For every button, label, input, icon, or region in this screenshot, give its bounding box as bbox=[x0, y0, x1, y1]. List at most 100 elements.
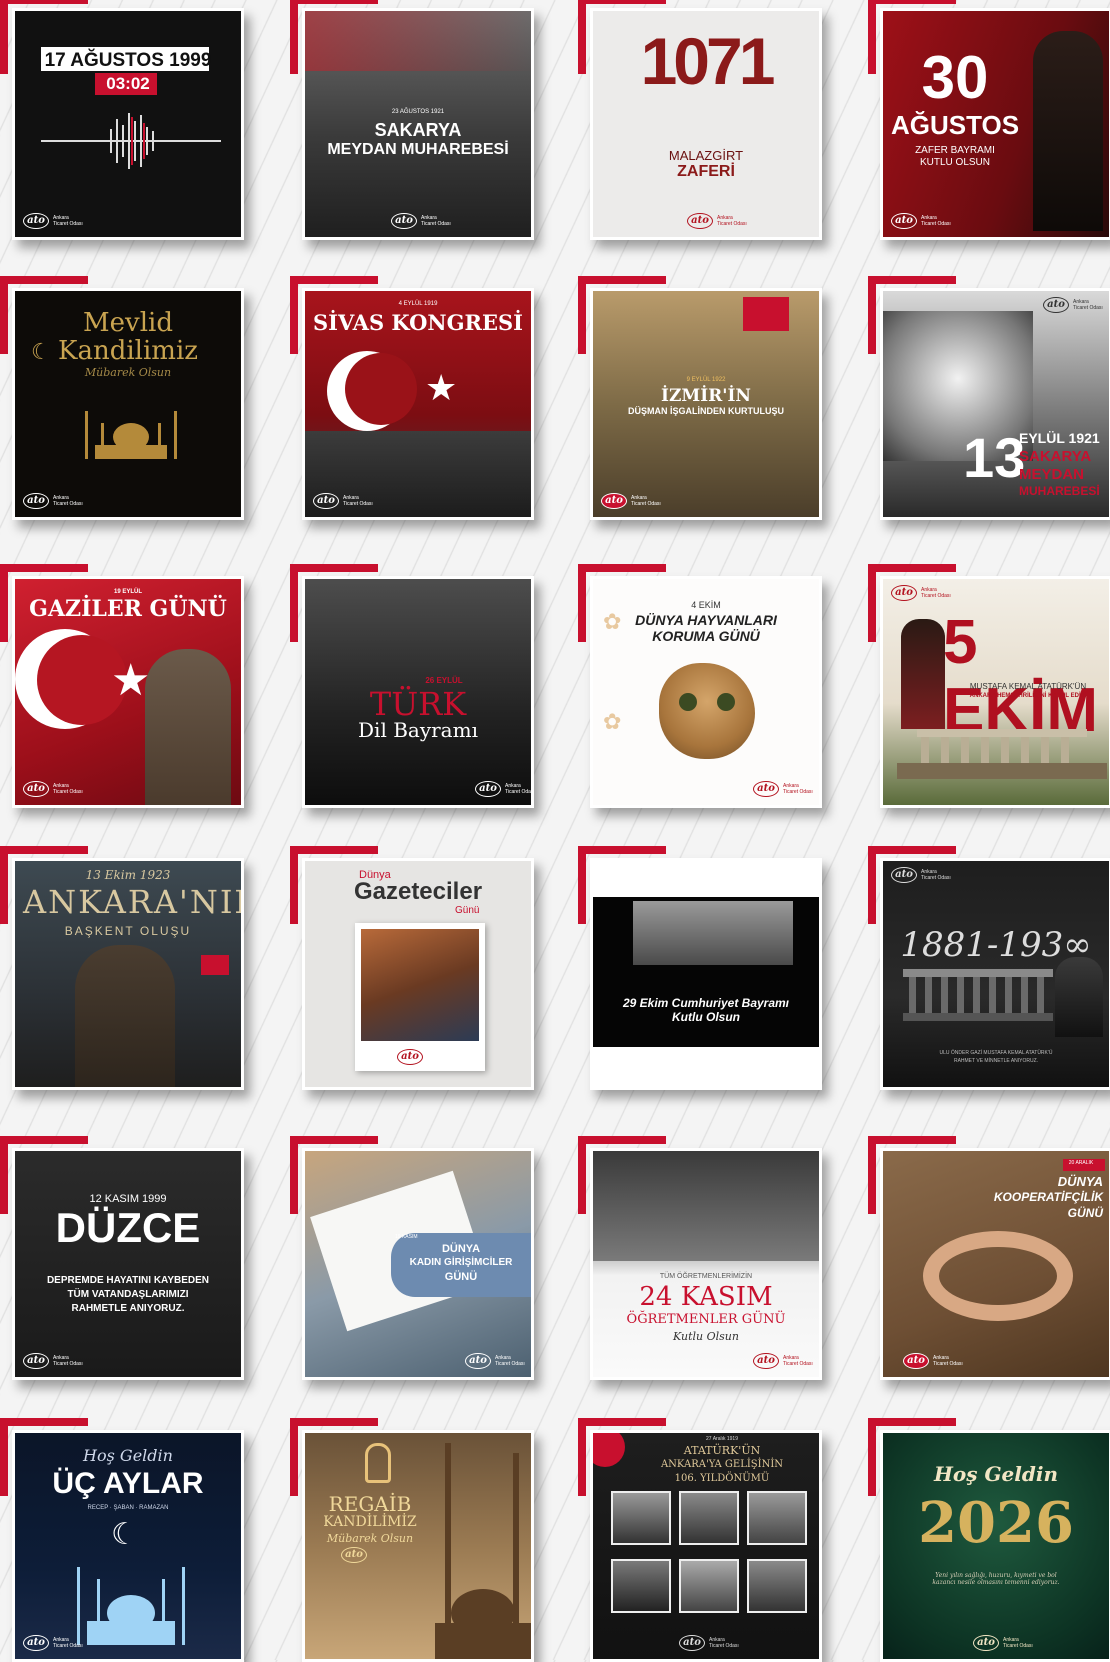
flag-shape bbox=[743, 297, 789, 331]
post-subtitle: RECEP · ŞABAN · RAMAZAN bbox=[87, 1505, 169, 1511]
flag-shape bbox=[593, 1433, 625, 1467]
post-image[interactable]: 13 Ekim 1923 ANKARA'NIN BAŞKENT OLUŞU bbox=[12, 858, 244, 1090]
post-subtitle: 03:02 bbox=[106, 74, 150, 93]
post-title: 29 Ekim Cumhuriyet Bayramı bbox=[622, 996, 790, 1010]
archive-photo bbox=[679, 1559, 739, 1613]
post-title: TÜRK bbox=[369, 685, 467, 723]
post-card-16[interactable]: 1881-193∞ ULU ÖNDER GAZİ MUSTAFA KEMAL A… bbox=[868, 846, 1110, 1090]
post-image[interactable]: Mevlid Kandilimiz Mübarek Olsun ☾ ato An… bbox=[12, 288, 244, 520]
post-image[interactable]: 26 EYLÜL TÜRK Dil Bayramı ato Ankara Tic… bbox=[302, 576, 534, 808]
post-card-2[interactable]: 23 AĞUSTOS 1921 SAKARYA MEYDAN MUHAREBES… bbox=[290, 0, 534, 240]
ato-logo: ato bbox=[397, 1049, 423, 1065]
post-image[interactable]: 27 Aralık 1919 ATATÜRK'ÜN ANKARA'YA GELİ… bbox=[590, 1430, 822, 1662]
post-image[interactable]: 1881-193∞ ULU ÖNDER GAZİ MUSTAFA KEMAL A… bbox=[880, 858, 1110, 1090]
ato-logo: ato Ankara Ticaret Odası bbox=[903, 1353, 963, 1369]
post-card-20[interactable]: 20 ARALIK DÜNYA KOOPERATİFÇİLİK GÜNÜ ato… bbox=[868, 1136, 1110, 1380]
crescent-icon: ☾ bbox=[31, 339, 51, 364]
post-card-13[interactable]: 13 Ekim 1923 ANKARA'NIN BAŞKENT OLUŞU bbox=[0, 846, 244, 1090]
post-image[interactable]: TÜM ÖĞRETMENLERİMİZİN 24 KASIM ÖĞRETMENL… bbox=[590, 1148, 822, 1380]
post-card-11[interactable]: 4 EKİM DÜNYA HAYVANLARI KORUMA GÜNÜ ✿ ✿ … bbox=[578, 564, 822, 808]
joined-hands-image bbox=[923, 1231, 1073, 1321]
post-grid: 17 AĞUSTOS 1999 03:02 ato Ankara Ticaret… bbox=[0, 0, 1110, 1662]
portrait-silhouette bbox=[75, 945, 175, 1087]
post-card-15[interactable]: 29 Ekim Cumhuriyet Bayramı Kutlu Olsun bbox=[578, 846, 822, 1090]
mausoleum-icon bbox=[903, 969, 1053, 1021]
post-card-24[interactable]: Hoş Geldin 2026 Yeni yılın sağlığı, huzu… bbox=[868, 1418, 1110, 1662]
post-card-8[interactable]: 13 EYLÜL 1921 SAKARYA MEYDAN MUHAREBESİ … bbox=[868, 276, 1110, 520]
ato-logo: ato Ankara Ticaret Odası bbox=[753, 1353, 813, 1369]
crescent-icon: ☾ bbox=[111, 1518, 138, 1551]
archive-photo bbox=[747, 1559, 807, 1613]
post-image[interactable]: 23 AĞUSTOS 1921 SAKARYA MEYDAN MUHAREBES… bbox=[302, 8, 534, 240]
ato-logo: ato Ankara Ticaret Odası bbox=[23, 493, 83, 509]
mosque-icon bbox=[77, 1567, 185, 1645]
post-title: ANKARA'NIN bbox=[23, 883, 244, 921]
post-card-22[interactable]: REGAİB KANDİLİMİZ Mübarek Olsun ato bbox=[290, 1418, 534, 1662]
post-card-1[interactable]: 17 AĞUSTOS 1999 03:02 ato Ankara Ticaret… bbox=[0, 0, 244, 240]
sound-wave-icon bbox=[41, 113, 221, 169]
post-card-10[interactable]: 26 EYLÜL TÜRK Dil Bayramı ato Ankara Tic… bbox=[290, 564, 534, 808]
post-image[interactable]: 1071 MALAZGİRT ZAFERİ ato Ankara Ticaret… bbox=[590, 8, 822, 240]
post-image[interactable]: 19 KASIM DÜNYA KADIN GİRİŞİMCİLER GÜNÜ a… bbox=[302, 1148, 534, 1380]
post-image[interactable]: Hoş Geldin ÜÇ AYLAR RECEP · ŞABAN · RAMA… bbox=[12, 1430, 244, 1662]
post-card-18[interactable]: 19 KASIM DÜNYA KADIN GİRİŞİMCİLER GÜNÜ a… bbox=[290, 1136, 534, 1380]
post-card-17[interactable]: 12 KASIM 1999 DÜZCE DEPREMDE HAYATINI KA… bbox=[0, 1136, 244, 1380]
post-image[interactable]: REGAİB KANDİLİMİZ Mübarek Olsun ato bbox=[302, 1430, 534, 1662]
ato-logo: ato Ankara Ticaret Odası bbox=[475, 781, 531, 797]
post-subtitle: ZAFER BAYRAMI bbox=[915, 145, 995, 156]
post-image[interactable]: 12 KASIM 1999 DÜZCE DEPREMDE HAYATINI KA… bbox=[12, 1148, 244, 1380]
post-card-3[interactable]: 1071 MALAZGİRT ZAFERİ ato Ankara Ticaret… bbox=[578, 0, 822, 240]
ato-logo: ato Ankara Ticaret Odası bbox=[23, 781, 83, 797]
post-subtitle: MUHAREBESİ bbox=[1019, 484, 1100, 498]
post-card-4[interactable]: 30 AĞUSTOS ZAFER BAYRAMI KUTLU OLSUN ato… bbox=[868, 0, 1110, 240]
post-title: Mevlid bbox=[83, 308, 173, 338]
post-card-23[interactable]: 27 Aralık 1919 ATATÜRK'ÜN ANKARA'YA GELİ… bbox=[578, 1418, 822, 1662]
post-card-9[interactable]: ★ 19 EYLÜL GAZİLER GÜNÜ ato Ankara Ticar… bbox=[0, 564, 244, 808]
lantern-icon bbox=[365, 1443, 391, 1483]
post-card-5[interactable]: Mevlid Kandilimiz Mübarek Olsun ☾ ato An… bbox=[0, 276, 244, 520]
ato-logo: ato Ankara Ticaret Odası bbox=[601, 493, 661, 509]
post-image[interactable]: 30 AĞUSTOS ZAFER BAYRAMI KUTLU OLSUN ato… bbox=[880, 8, 1110, 240]
post-image[interactable]: Hoş Geldin 2026 Yeni yılın sağlığı, huzu… bbox=[880, 1430, 1110, 1662]
ato-logo: ato Ankara Ticaret Odası bbox=[891, 213, 951, 229]
portrait-silhouette bbox=[145, 649, 231, 805]
archive-photo bbox=[747, 1491, 807, 1545]
post-title: Gazeteciler bbox=[353, 878, 483, 905]
portrait-silhouette bbox=[1033, 31, 1103, 231]
post-image[interactable]: 4 EKİM DÜNYA HAYVANLARI KORUMA GÜNÜ ✿ ✿ … bbox=[590, 576, 822, 808]
post-title: DÜZCE bbox=[55, 1204, 201, 1251]
post-title: ATATÜRK'ÜN bbox=[683, 1444, 761, 1457]
archive-photo bbox=[633, 901, 793, 965]
post-title: 1071 bbox=[640, 24, 776, 98]
post-image[interactable]: 13 EYLÜL 1921 SAKARYA MEYDAN MUHAREBESİ … bbox=[880, 288, 1110, 520]
post-image[interactable]: Dünya Gazeteciler Günü ato bbox=[302, 858, 534, 1090]
post-image[interactable]: 29 Ekim Cumhuriyet Bayramı Kutlu Olsun bbox=[590, 858, 822, 1090]
post-card-6[interactable]: ★ 4 EYLÜL 1919 SİVAS KONGRESİ ato Ankara… bbox=[290, 276, 534, 520]
post-subtitle: KOOPERATİFÇİLİK bbox=[993, 1190, 1103, 1204]
post-card-12[interactable]: 5 EKİM MUSTAFA KEMAL ATATÜRK'ÜN ANKARA H… bbox=[868, 564, 1110, 808]
post-card-21[interactable]: Hoş Geldin ÜÇ AYLAR RECEP · ŞABAN · RAMA… bbox=[0, 1418, 244, 1662]
post-image[interactable]: 20 ARALIK DÜNYA KOOPERATİFÇİLİK GÜNÜ ato… bbox=[880, 1148, 1110, 1380]
post-card-19[interactable]: TÜM ÖĞRETMENLERİMİZİN 24 KASIM ÖĞRETMENL… bbox=[578, 1136, 822, 1380]
post-card-7[interactable]: 9 EYLÜL 1922 İZMİR'İN DÜŞMAN İŞGALİNDEN … bbox=[578, 276, 822, 520]
post-subtitle: ÖĞRETMENLER GÜNÜ bbox=[626, 1312, 786, 1327]
star-icon: ★ bbox=[425, 367, 458, 408]
portrait-silhouette bbox=[901, 619, 945, 729]
post-image[interactable]: 5 EKİM MUSTAFA KEMAL ATATÜRK'ÜN ANKARA H… bbox=[880, 576, 1110, 808]
archive-photo bbox=[611, 1491, 671, 1545]
post-image[interactable]: 9 EYLÜL 1922 İZMİR'İN DÜŞMAN İŞGALİNDEN … bbox=[590, 288, 822, 520]
post-subtitle: Yeni yılın sağlığı, huzuru, kıymeti ve b… bbox=[932, 1572, 1060, 1586]
ato-logo: ato Ankara Ticaret Odası bbox=[23, 213, 83, 229]
post-image[interactable]: 17 AĞUSTOS 1999 03:02 ato Ankara Ticaret… bbox=[12, 8, 244, 240]
portrait-silhouette bbox=[1055, 957, 1103, 1037]
post-card-14[interactable]: Dünya Gazeteciler Günü ato bbox=[290, 846, 534, 1090]
ato-logo: ato Ankara Ticaret Odası bbox=[23, 1353, 83, 1369]
post-subtitle: DEPREMDE HAYATINI KAYBEDEN bbox=[46, 1275, 210, 1286]
post-image[interactable]: ★ 4 EYLÜL 1919 SİVAS KONGRESİ ato Ankara… bbox=[302, 288, 534, 520]
post-subtitle: Dil Bayramı bbox=[358, 718, 478, 742]
post-title: 30 bbox=[921, 44, 989, 111]
ato-logo: ato Ankara Ticaret Odası bbox=[891, 867, 951, 883]
post-subtitle: KADIN GİRİŞİMCİLER bbox=[409, 1257, 513, 1268]
post-image[interactable]: ★ 19 EYLÜL GAZİLER GÜNÜ ato Ankara Ticar… bbox=[12, 576, 244, 808]
post-title: 13 bbox=[963, 426, 1026, 489]
